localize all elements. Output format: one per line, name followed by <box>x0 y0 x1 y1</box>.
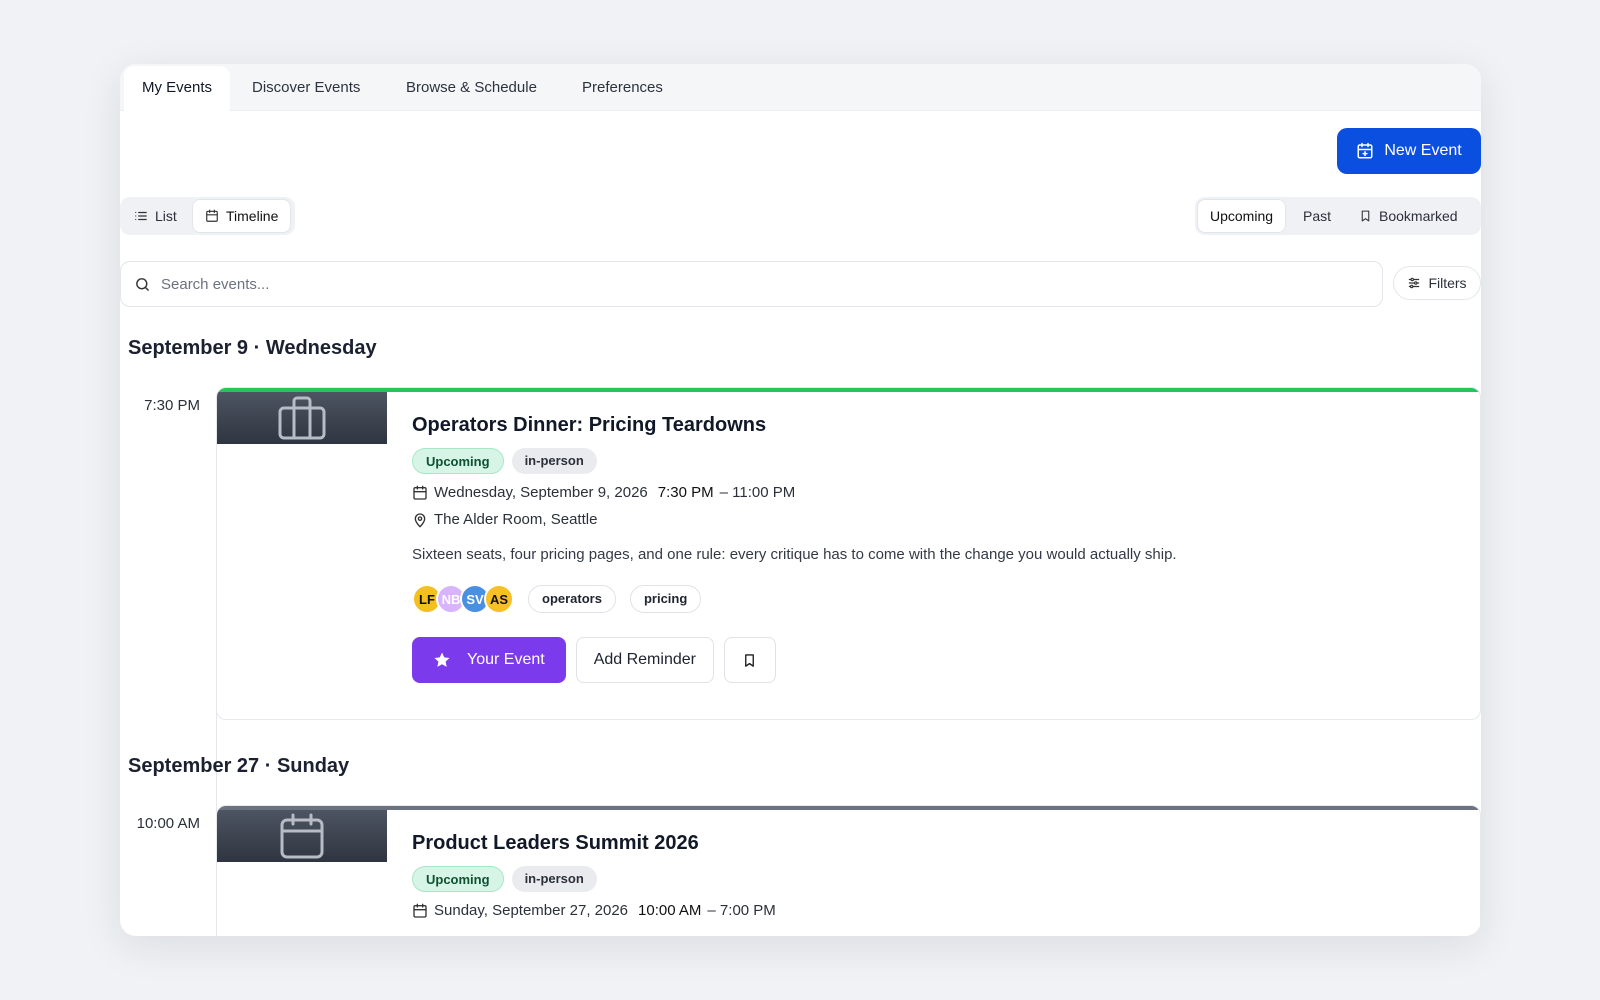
calendar-icon <box>206 209 218 222</box>
filter-toggle: Upcoming Past Bookmarked <box>1195 197 1481 235</box>
app-window: My Events Discover Events Browse & Sched… <box>120 64 1481 936</box>
star-icon <box>434 652 450 667</box>
new-event-button[interactable]: New Event <box>1337 128 1481 174</box>
event-card[interactable]: Operators Dinner: Pricing Teardowns Upco… <box>216 387 1481 720</box>
sliders-icon <box>1409 277 1420 289</box>
mode-badge: in-person <box>511 448 597 474</box>
search-input[interactable] <box>161 275 1361 293</box>
calendar-icon <box>413 903 427 918</box>
event-title[interactable]: Operators Dinner: Pricing Teardowns <box>412 414 1460 437</box>
avatar[interactable]: AS <box>484 584 514 614</box>
filter-upcoming-button[interactable]: Upcoming <box>1197 199 1287 233</box>
calendar-icon <box>413 485 427 500</box>
view-list-label: List <box>155 208 177 224</box>
list-icon <box>135 211 147 221</box>
event-thumbnail <box>217 810 387 862</box>
tab-browse-schedule[interactable]: Browse & Schedule <box>388 64 555 111</box>
new-event-label: New Event <box>1384 142 1462 159</box>
event-date-row: Sunday, September 27, 2026 10:00 AM – 7:… <box>412 902 1460 919</box>
tab-discover-events[interactable]: Discover Events <box>234 64 378 111</box>
view-timeline-label: Timeline <box>226 208 279 224</box>
event-location-row: The Alder Room, Seattle <box>412 511 1460 528</box>
tab-my-events[interactable]: My Events <box>124 66 231 111</box>
main-tab-bar: My Events Discover Events Browse & Sched… <box>120 64 1481 111</box>
search-bar <box>120 261 1383 307</box>
event-description: Sixteen seats, four pricing pages, and o… <box>412 546 1177 563</box>
event-location: The Alder Room, Seattle <box>434 511 598 528</box>
status-badge: Upcoming <box>412 866 504 892</box>
event-time: 7:30 PM <box>144 397 200 414</box>
date-heading: September 27 · Sunday <box>128 755 350 777</box>
briefcase-icon <box>278 396 326 440</box>
tag-chip[interactable]: pricing <box>629 585 702 613</box>
event-start-time: 7:30 PM <box>657 484 714 501</box>
event-card[interactable]: Product Leaders Summit 2026 Upcoming in-… <box>216 805 1481 936</box>
bookmark-icon <box>1361 210 1370 222</box>
your-event-label: Your Event <box>467 651 545 668</box>
event-thumbnail <box>217 392 387 444</box>
filter-bookmarked-label: Bookmarked <box>1379 208 1458 224</box>
tag-chip[interactable]: operators <box>528 585 616 613</box>
status-badge: Upcoming <box>412 448 504 474</box>
calendar-icon <box>280 813 324 859</box>
event-title[interactable]: Product Leaders Summit 2026 <box>412 832 1460 855</box>
view-toggle: List Timeline <box>120 197 295 235</box>
date-heading: September 9 · Wednesday <box>128 337 377 359</box>
mode-badge: in-person <box>511 866 597 892</box>
event-end-time: – 11:00 PM <box>719 484 796 501</box>
event-time: 10:00 AM <box>136 815 200 832</box>
filter-bookmarked-button[interactable]: Bookmarked <box>1347 199 1470 233</box>
bookmark-icon <box>745 653 755 667</box>
event-end-time: – 7:00 PM <box>707 902 776 919</box>
filters-label: Filters <box>1428 275 1467 291</box>
event-start-time: 10:00 AM <box>638 902 702 919</box>
your-event-button[interactable]: Your Event <box>412 637 566 683</box>
filter-past-label: Past <box>1303 208 1332 224</box>
event-date: Wednesday, September 9, 2026 <box>434 484 648 501</box>
search-icon <box>136 277 149 291</box>
tab-preferences[interactable]: Preferences <box>564 64 681 111</box>
view-timeline-button[interactable]: Timeline <box>192 199 292 233</box>
filter-past-button[interactable]: Past <box>1291 199 1343 233</box>
event-date-row: Wednesday, September 9, 2026 7:30 PM – 1… <box>412 484 1460 501</box>
view-list-button[interactable]: List <box>122 199 189 233</box>
filters-button[interactable]: Filters <box>1393 266 1481 300</box>
bookmark-button[interactable] <box>723 637 776 683</box>
event-date: Sunday, September 27, 2026 <box>434 902 629 919</box>
calendar-plus-icon <box>1357 142 1373 159</box>
add-reminder-button[interactable]: Add Reminder <box>575 637 714 683</box>
filter-upcoming-label: Upcoming <box>1210 208 1274 224</box>
map-pin-icon <box>414 512 426 528</box>
